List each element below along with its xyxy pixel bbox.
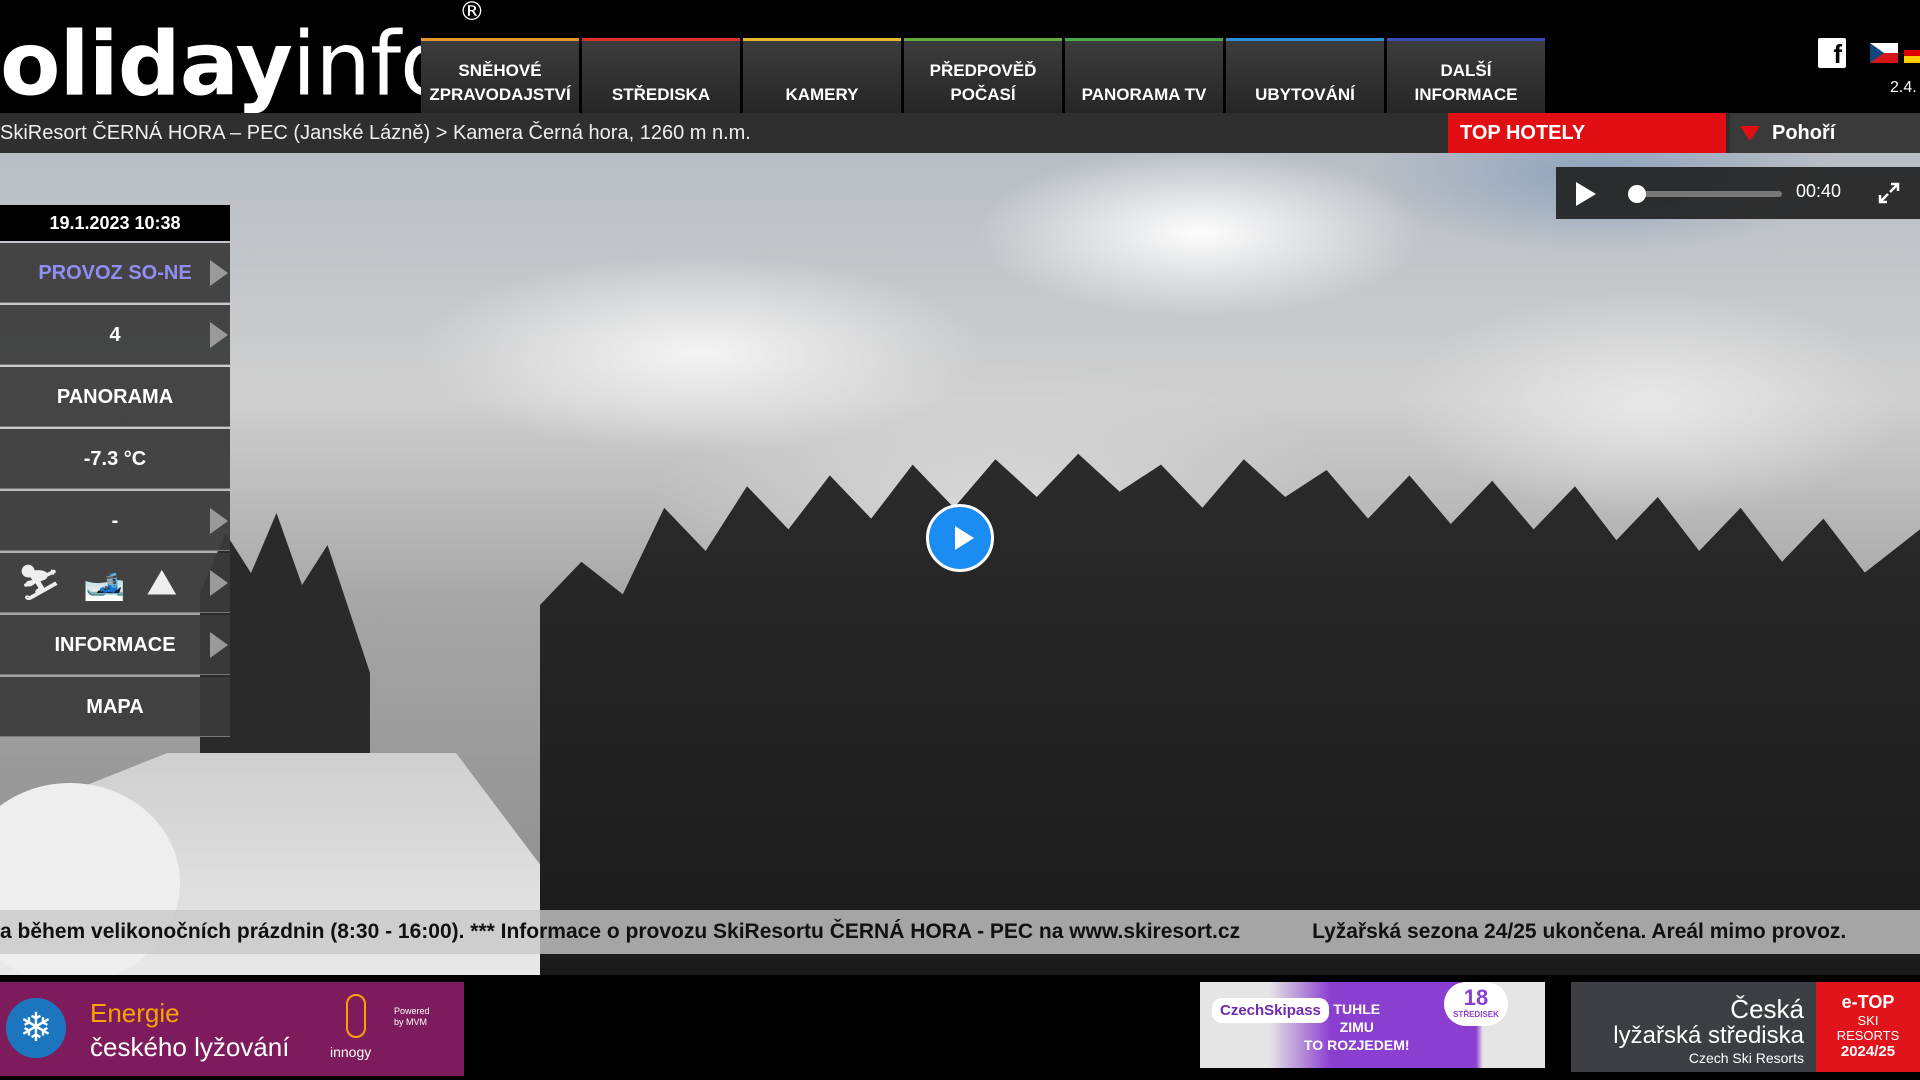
camera-side-menu: 19.1.2023 10:38 PROVOZ SO-NE 4 PANORAMA … (0, 205, 230, 737)
breadcrumb-bar: SkiResort ČERNÁ HORA – PEC (Janské Lázně… (0, 113, 1920, 153)
pohori-label: Pohoří (1772, 122, 1836, 144)
video-controls: 00:40 (1556, 167, 1920, 219)
main-nav: SNĚHOVÉ ZPRAVODAJSTVÍ STŘEDISKA KAMERY P… (421, 38, 1545, 113)
site-logo[interactable]: olidayinfo® (0, 0, 485, 114)
pohori-dropdown[interactable]: Pohoří (1730, 113, 1920, 153)
top-hotely-button[interactable]: TOP HOTELY (1448, 113, 1726, 153)
camera-datetime: 19.1.2023 10:38 (0, 205, 230, 241)
provoz-item[interactable]: PROVOZ SO-NE (0, 243, 230, 303)
seek-thumb[interactable] (1628, 185, 1646, 203)
ticker-text-2: Lyžařská sezona 24/25 ukončena. Areál mi… (1312, 920, 1847, 943)
lifts-count-label: 4 (109, 324, 121, 346)
nav-label: PŘEDPOVĚĎ POČASÍ (929, 61, 1037, 104)
informace-item[interactable]: INFORMACE (0, 615, 230, 675)
skipass-count: 18 (1463, 985, 1489, 1010)
seek-bar[interactable] (1628, 185, 1782, 203)
ad-energie-subtitle: českého lyžování (90, 1032, 290, 1062)
skipass-count-label: STŘEDISEK (1453, 1010, 1499, 1019)
arrow-right-icon (210, 570, 228, 596)
nav-strediska[interactable]: STŘEDISKA (582, 38, 740, 113)
nav-panorama-tv[interactable]: PANORAMA TV (1065, 38, 1223, 113)
ad-czech-skipass-banner[interactable]: CzechSkipass TUHLE ZIMU TO ROZJEDEM! 18 … (1200, 982, 1545, 1068)
innogy-logo-icon (346, 994, 366, 1038)
activities-item[interactable]: ⛷ 🎿 ⛰ (0, 553, 230, 613)
etop-badge: e-TOP SKI RESORTS 2024/25 (1816, 982, 1920, 1072)
registered-mark: ® (458, 0, 485, 27)
snow-item[interactable]: - (0, 491, 230, 551)
nav-label: KAMERY (785, 85, 859, 104)
arrow-right-icon (210, 260, 228, 286)
skitouring-icon: ⛰ (147, 564, 177, 602)
nav-snehove-zpravodajstvi[interactable]: SNĚHOVÉ ZPRAVODAJSTVÍ (421, 38, 579, 113)
panorama-item[interactable]: PANORAMA (0, 367, 230, 427)
snowflake-icon: ❄ (6, 998, 66, 1058)
header-date: 2.4. (1890, 79, 1917, 96)
video-time: 00:40 (1796, 181, 1842, 201)
innogy-brand: innogy (330, 1044, 372, 1060)
ad-energie-title: Energie (90, 998, 180, 1028)
ad-ceska-lyzarska-strediska[interactable]: Česká lyžařská střediska Czech Ski Resor… (1571, 982, 1920, 1072)
etop-season: 2024/25 (1840, 1043, 1896, 1060)
triangle-down-icon (1740, 126, 1760, 141)
fullscreen-icon[interactable] (1876, 180, 1902, 206)
provoz-label: PROVOZ SO-NE (38, 262, 192, 284)
nav-predpoved-pocasi[interactable]: PŘEDPOVĚĎ POČASÍ (904, 38, 1062, 113)
arrow-right-icon (210, 508, 228, 534)
cross-country-skier-icon: 🎿 (83, 564, 126, 602)
news-ticker: a během velikonočních prázdnin (8:30 - 1… (0, 910, 1920, 954)
play-icon[interactable] (1576, 182, 1596, 206)
downhill-skier-icon: ⛷ (18, 564, 62, 602)
mapa-item[interactable]: MAPA (0, 677, 230, 737)
arrow-right-icon (210, 322, 228, 348)
play-video-button[interactable] (926, 504, 994, 572)
facebook-icon[interactable]: f (1818, 38, 1846, 69)
nav-dalsi-informace[interactable]: DALŠÍ INFORMACE (1387, 38, 1545, 113)
nav-label: STŘEDISKA (611, 85, 711, 104)
temperature-label: -7.3 °C (83, 448, 147, 470)
skipass-message: TUHLE ZIMU TO ROZJEDEM! (1304, 1001, 1410, 1053)
informace-label: INFORMACE (54, 634, 176, 656)
arrow-right-icon (210, 632, 228, 658)
lifts-count-item[interactable]: 4 (0, 305, 230, 365)
nav-label: PANORAMA TV (1081, 85, 1207, 104)
flag-de-icon[interactable] (1904, 43, 1920, 63)
ticker-text-1: a během velikonočních prázdnin (8:30 - 1… (0, 920, 1241, 943)
panorama-label: PANORAMA (56, 386, 174, 408)
nav-label: SNĚHOVÉ ZPRAVODAJSTVÍ (429, 61, 571, 104)
ad-energie-banner[interactable]: ❄ Energie českého lyžování innogy Powere… (0, 982, 464, 1076)
ad-ceska-line1: Česká (1730, 994, 1804, 1024)
nav-ubytovani[interactable]: UBYTOVÁNÍ (1226, 38, 1384, 113)
webcam-video[interactable] (0, 153, 1920, 975)
snow-label: - (111, 510, 119, 532)
logo-bold-text: oliday (0, 12, 293, 116)
breadcrumb[interactable]: SkiResort ČERNÁ HORA – PEC (Janské Lázně… (0, 113, 751, 153)
header: olidayinfo® SNĚHOVÉ ZPRAVODAJSTVÍ STŘEDI… (0, 0, 1920, 114)
nav-label: UBYTOVÁNÍ (1255, 85, 1355, 104)
flag-cz-icon[interactable] (1870, 43, 1898, 63)
etop-title: e-TOP (1841, 992, 1895, 1012)
skipass-count-badge: 18 STŘEDISEK (1444, 982, 1508, 1026)
powered-by-mvm: Powered by MVM (394, 1006, 430, 1027)
mapa-label: MAPA (86, 696, 144, 718)
nav-label: DALŠÍ INFORMACE (1414, 61, 1518, 104)
ad-ceska-line3: Czech Ski Resorts (1688, 1050, 1804, 1066)
temperature-item: -7.3 °C (0, 429, 230, 489)
ad-ceska-line2: lyžařská střediska (1613, 1022, 1804, 1049)
nav-kamery[interactable]: KAMERY (743, 38, 901, 113)
etop-subtitle: SKI RESORTS (1836, 1013, 1900, 1043)
